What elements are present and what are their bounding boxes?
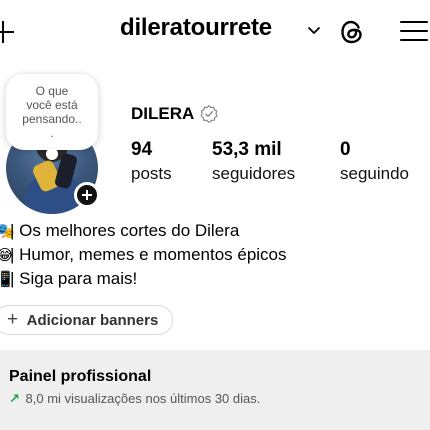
stat-followers-label: seguidores	[212, 164, 296, 183]
stat-following-label: seguindo	[340, 164, 410, 183]
username-switcher[interactable]: dileratourrete	[120, 14, 272, 42]
profile-name: DILERA	[131, 104, 195, 123]
create-plus-icon[interactable]	[0, 10, 24, 54]
add-story-plus-icon[interactable]	[74, 182, 100, 208]
professional-dashboard-title: Painel profissional	[9, 368, 152, 385]
stat-following-value: 0	[340, 139, 351, 160]
professional-dashboard[interactable]: Painel profissional ↗ 8,0 mi visualizaçõ…	[0, 350, 430, 430]
meta-verified-icon[interactable]	[199, 104, 219, 124]
stat-posts[interactable]: 94 posts	[131, 138, 172, 186]
stat-posts-label: posts	[131, 164, 172, 183]
views-summary: 8,0 mi visualizações nos últimos 30 dias…	[25, 391, 261, 406]
stat-following[interactable]: 0 seguindo	[340, 138, 409, 186]
stat-posts-value: 94	[131, 139, 153, 160]
profile-avatar-area: O que você está pensando.. .	[0, 70, 104, 214]
note-bubble[interactable]: O que você está pensando.. .	[6, 74, 98, 160]
bio-line: 😂| Humor, memes e momentos épicos	[0, 243, 426, 267]
threads-icon[interactable]	[338, 18, 366, 46]
performing-arts-emoji: 🎭	[0, 223, 15, 240]
professional-dashboard-subtitle: ↗ 8,0 mi visualizações nos últimos 30 di…	[9, 391, 260, 407]
plus-icon: +	[7, 309, 19, 330]
add-banners-button[interactable]: + Adicionar banners	[0, 305, 174, 335]
menu-icon[interactable]	[400, 19, 430, 45]
profile-bio: 🎭| Os melhores cortes do Dilera 😂| Humor…	[0, 219, 426, 291]
bio-text: | Siga para mais!	[10, 269, 138, 288]
mobile-phone-emoji: 📱	[0, 271, 15, 288]
trend-up-arrow-icon: ↗	[9, 391, 20, 406]
note-text: O que você está pensando.. .	[22, 84, 82, 140]
bio-line: 📱| Siga para mais!	[0, 267, 426, 291]
stat-followers[interactable]: 53,3 mil seguidores	[212, 138, 295, 186]
laughing-emoji: 😂	[0, 247, 14, 264]
top-bar: dileratourrete	[0, 0, 430, 64]
chevron-down-icon[interactable]	[306, 22, 322, 38]
bio-line: 🎭| Os melhores cortes do Dilera	[0, 219, 426, 243]
bio-text: | Humor, memes e momentos épicos	[10, 245, 287, 264]
add-banners-label: Adicionar banners	[26, 312, 159, 329]
stat-followers-value: 53,3 mil	[212, 139, 282, 160]
bio-text: | Os melhores cortes do Dilera	[10, 221, 240, 240]
note-bubble-tail	[46, 148, 58, 160]
